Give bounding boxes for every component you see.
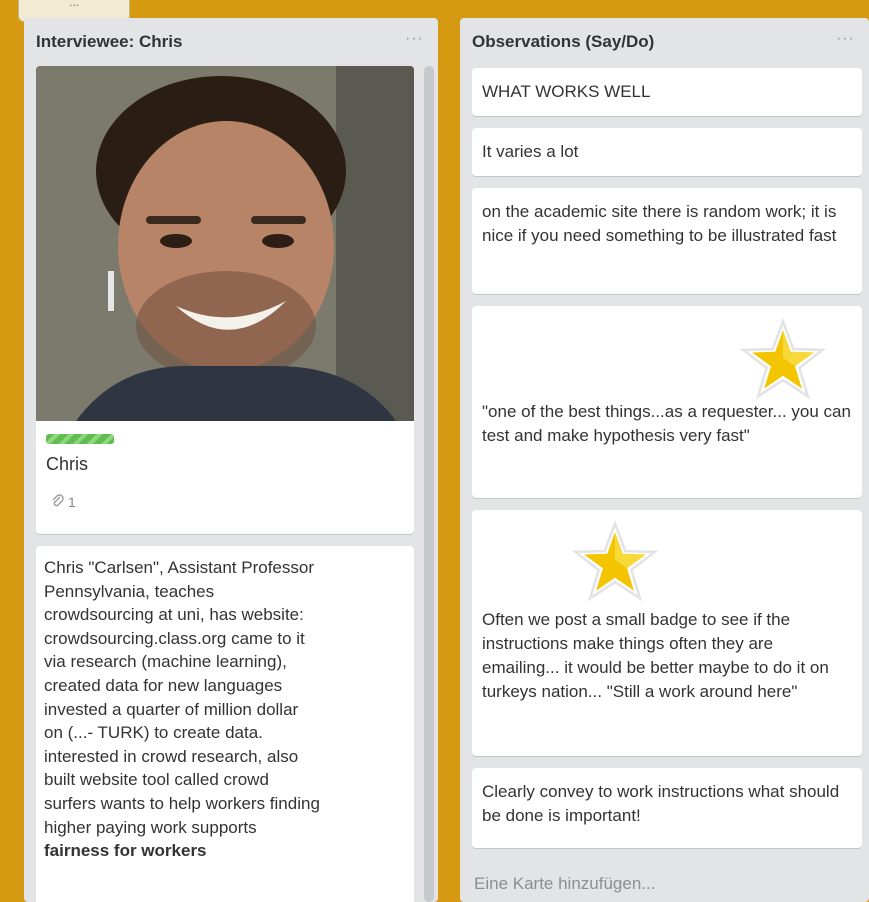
list-header: Observations (Say/Do) ··· bbox=[472, 30, 857, 56]
card-text: Clearly convey to work instructions what… bbox=[482, 782, 840, 825]
list-header: Interviewee: Chris ··· bbox=[36, 30, 426, 56]
board: ... Interviewee: Chris ··· Chris 1 Chris… bbox=[0, 0, 869, 902]
bio-line: invested a quarter of million dollar bbox=[44, 699, 299, 719]
bio-line: Chris "Carlsen", Assistant Professor bbox=[44, 558, 314, 577]
bio-line: on (...- TURK) to create data. bbox=[44, 723, 263, 743]
attachment-badge: 1 bbox=[50, 490, 76, 514]
observation-card[interactable]: It varies a lot bbox=[472, 128, 862, 176]
bio-line: created data for new languages bbox=[44, 675, 283, 695]
observation-card[interactable]: Often we post a small badge to see if th… bbox=[472, 510, 862, 756]
bio-line: interested in crowd research, also bbox=[44, 746, 299, 766]
bio-card[interactable]: Chris "Carlsen", Assistant Professor Pen… bbox=[36, 546, 414, 902]
scrollbar-thumb[interactable] bbox=[424, 66, 434, 902]
bio-line: via research (machine learning), bbox=[44, 652, 287, 672]
green-label[interactable] bbox=[46, 434, 114, 444]
bio-line: higher paying work supports bbox=[44, 817, 257, 837]
list-title[interactable]: Observations (Say/Do) bbox=[472, 32, 654, 51]
star-icon bbox=[571, 519, 659, 609]
bio-text: Chris "Carlsen", Assistant Professor Pen… bbox=[44, 556, 406, 863]
photo-card[interactable]: Chris 1 bbox=[36, 66, 414, 534]
list-gap bbox=[438, 0, 460, 902]
bio-line: crowdsourcing.class.org came to it bbox=[44, 628, 305, 648]
bio-line: crowdsourcing at uni, has website: bbox=[44, 605, 304, 625]
observation-card[interactable]: on the academic site there is random wor… bbox=[472, 188, 862, 294]
list-title[interactable]: Interviewee: Chris bbox=[36, 32, 182, 51]
attachment-count: 1 bbox=[68, 494, 76, 510]
bio-line: fairness for workers bbox=[44, 841, 207, 861]
bio-line: Pennsylvania, teaches bbox=[44, 581, 215, 601]
observation-card[interactable]: Clearly convey to work instructions what… bbox=[472, 768, 862, 848]
list-scrollbar[interactable] bbox=[424, 66, 434, 902]
paperclip-icon bbox=[50, 490, 64, 514]
bio-line: surfers wants to help workers finding bbox=[44, 793, 320, 813]
list-menu-button[interactable]: ··· bbox=[405, 30, 424, 48]
observation-card[interactable]: WHAT WORKS WELL bbox=[472, 68, 862, 116]
card-text: It varies a lot bbox=[482, 142, 579, 161]
add-card-button[interactable]: Eine Karte hinzufügen... bbox=[474, 874, 655, 894]
cover-photo bbox=[36, 66, 414, 421]
card-text: WHAT WORKS WELL bbox=[482, 82, 651, 101]
list-interviewee: Interviewee: Chris ··· Chris 1 Chris "Ca… bbox=[24, 18, 438, 902]
star-icon bbox=[739, 317, 827, 407]
card-text: Often we post a small badge to see if th… bbox=[482, 610, 829, 701]
card-text: "one of the best things...as a requester… bbox=[482, 402, 851, 445]
card-text: on the academic site there is random wor… bbox=[482, 202, 837, 245]
list-menu-button[interactable]: ··· bbox=[836, 30, 855, 48]
observation-card[interactable]: "one of the best things...as a requester… bbox=[472, 306, 862, 498]
card-title: Chris bbox=[46, 454, 89, 474]
list-observations: Observations (Say/Do) ··· WHAT WORKS WEL… bbox=[460, 18, 869, 902]
bio-line: built website tool called crowd bbox=[44, 770, 269, 790]
